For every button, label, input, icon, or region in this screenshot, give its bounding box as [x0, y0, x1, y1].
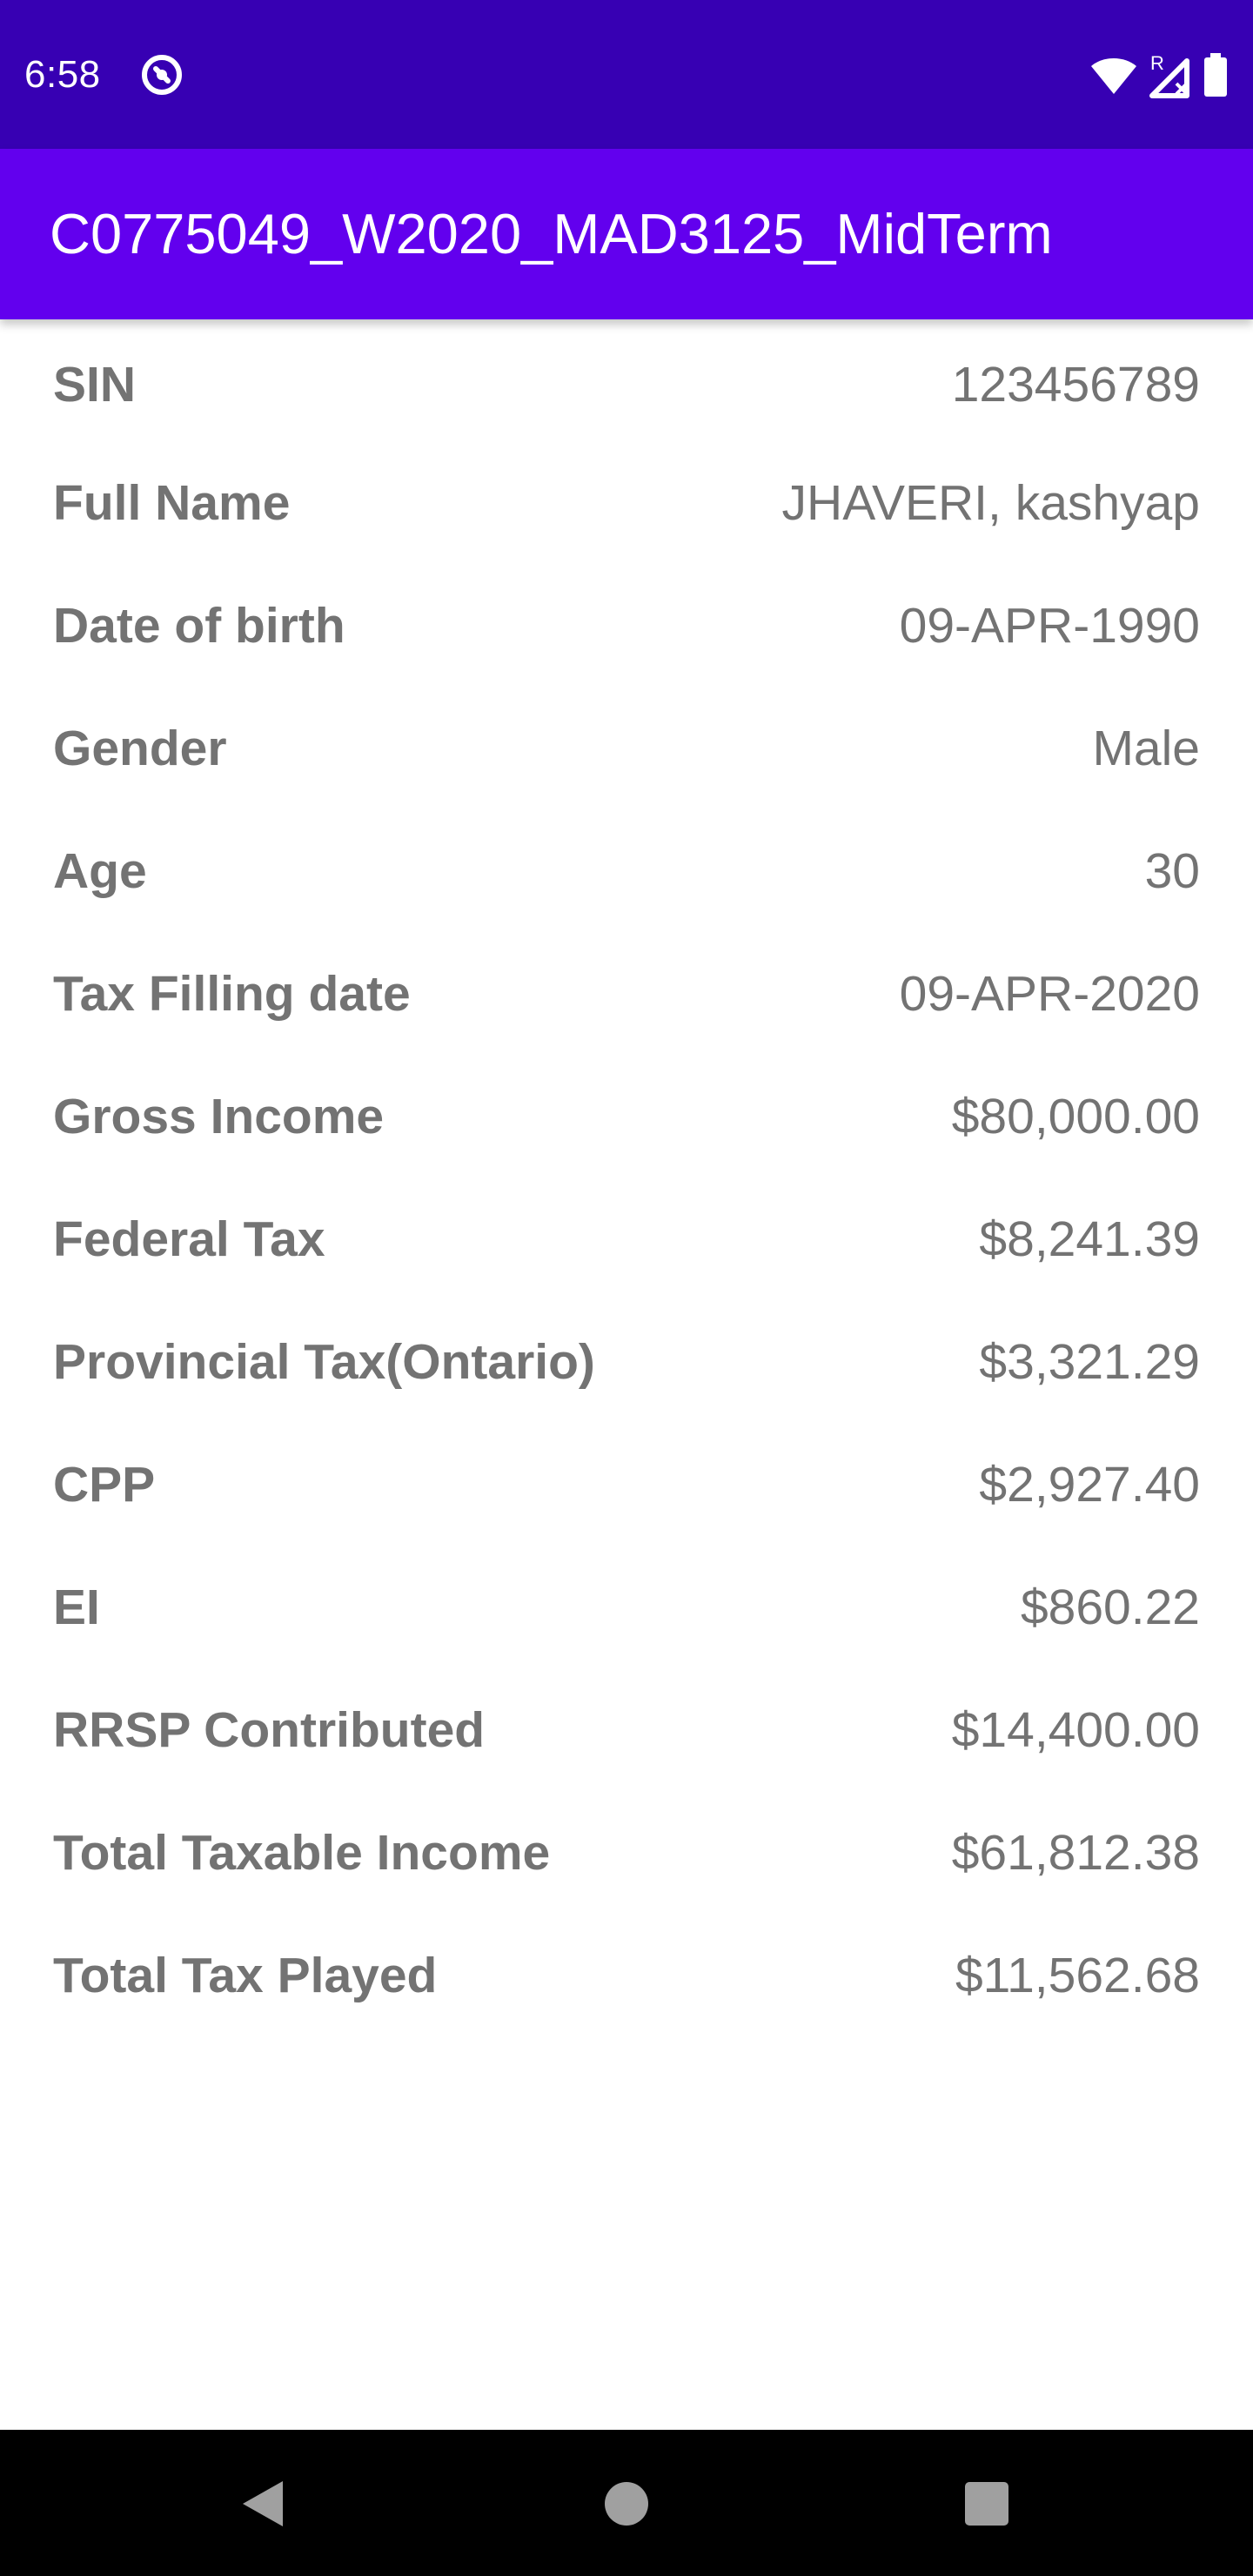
detail-row-provincial-tax: Provincial Tax(Ontario) $3,321.29 — [0, 1301, 1253, 1424]
wifi-icon — [1091, 58, 1136, 94]
detail-row-cpp: CPP $2,927.40 — [0, 1424, 1253, 1546]
battery-icon — [1204, 53, 1227, 97]
detail-label: Age — [53, 843, 147, 899]
detail-row-rrsp-contributed: RRSP Contributed $14,400.00 — [0, 1669, 1253, 1792]
detail-row-total-tax-played: Total Tax Played $11,562.68 — [0, 1915, 1253, 2037]
detail-label: RRSP Contributed — [53, 1702, 486, 1758]
home-button[interactable] — [587, 2465, 666, 2543]
detail-value: $61,812.38 — [951, 1825, 1200, 1881]
tax-details-list: SIN 123456789 Full Name JHAVERI, kashyap… — [0, 319, 1253, 2037]
detail-value: 09-APR-1990 — [899, 598, 1200, 654]
detail-row-gross-income: Gross Income $80,000.00 — [0, 1056, 1253, 1178]
detail-value: 123456789 — [951, 357, 1200, 413]
detail-value: 09-APR-2020 — [899, 966, 1200, 1022]
detail-label: SIN — [53, 357, 137, 413]
detail-value: $3,321.29 — [979, 1334, 1200, 1390]
detail-value: $11,562.68 — [955, 1948, 1200, 2003]
detail-row-ei: EI $860.22 — [0, 1546, 1253, 1669]
status-bar: 6:58 R — [0, 0, 1253, 149]
detail-row-date-of-birth: Date of birth 09-APR-1990 — [0, 565, 1253, 688]
detail-row-gender: Gender Male — [0, 688, 1253, 810]
detail-label: Gross Income — [53, 1089, 385, 1144]
status-icons: R — [1089, 50, 1229, 99]
screen: 6:58 R C0775049_W2020_MAD3125_MidTerm SI… — [0, 0, 1253, 2576]
recents-button[interactable] — [948, 2465, 1026, 2543]
app-title: C0775049_W2020_MAD3125_MidTerm — [50, 202, 1053, 265]
detail-label: EI — [53, 1580, 100, 1635]
detail-label: CPP — [53, 1457, 156, 1513]
detail-value: $8,241.39 — [979, 1211, 1200, 1267]
detail-value: $80,000.00 — [951, 1089, 1200, 1144]
detail-label: Federal Tax — [53, 1211, 325, 1267]
detail-label: Full Name — [53, 475, 291, 531]
detail-row-sin: SIN 123456789 — [0, 319, 1253, 442]
home-icon — [605, 2482, 648, 2526]
detail-label: Provincial Tax(Ontario) — [53, 1334, 595, 1390]
detail-label: Gender — [53, 721, 227, 776]
detail-row-age: Age 30 — [0, 810, 1253, 933]
detail-row-federal-tax: Federal Tax $8,241.39 — [0, 1178, 1253, 1301]
navigation-bar — [0, 2430, 1253, 2576]
detail-row-tax-filling-date: Tax Filling date 09-APR-2020 — [0, 933, 1253, 1056]
detail-value: $2,927.40 — [979, 1457, 1200, 1513]
detail-label: Tax Filling date — [53, 966, 411, 1022]
detail-row-full-name: Full Name JHAVERI, kashyap — [0, 442, 1253, 565]
detail-value: $860.22 — [1020, 1580, 1200, 1635]
detail-label: Total Tax Played — [53, 1948, 438, 2003]
back-icon — [243, 2481, 283, 2526]
signal-roaming-icon: R — [1149, 52, 1189, 98]
status-time: 6:58 — [24, 53, 101, 96]
detail-label: Total Taxable Income — [53, 1825, 551, 1881]
detail-value: JHAVERI, kashyap — [781, 475, 1200, 531]
notification-at-icon — [142, 55, 182, 95]
back-button[interactable] — [224, 2465, 303, 2543]
app-bar: C0775049_W2020_MAD3125_MidTerm — [0, 149, 1253, 319]
signal-roaming-badge: R — [1150, 52, 1164, 74]
detail-value: $14,400.00 — [951, 1702, 1200, 1758]
detail-label: Date of birth — [53, 598, 345, 654]
detail-value: Male — [1092, 721, 1200, 776]
detail-value: 30 — [1144, 843, 1200, 899]
detail-row-total-taxable-income: Total Taxable Income $61,812.38 — [0, 1792, 1253, 1915]
recents-icon — [965, 2482, 1008, 2526]
